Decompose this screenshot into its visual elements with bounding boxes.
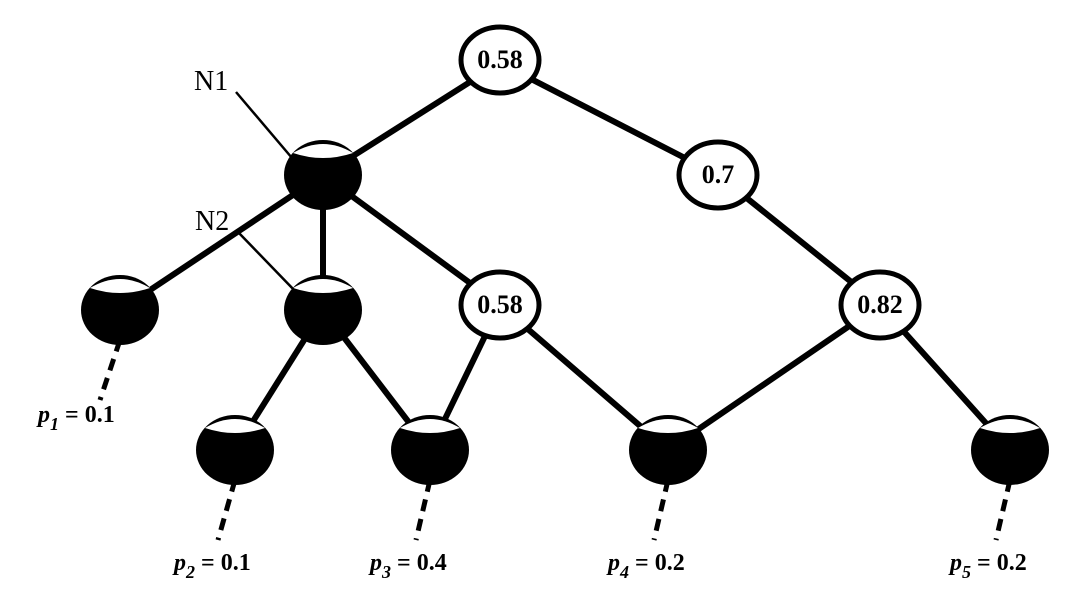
label-N1: N1: [194, 66, 228, 97]
leaf-p1-label: p1 = 0.1: [36, 402, 115, 434]
far-value: 0.82: [857, 290, 903, 319]
leaf-p1-ball: [81, 275, 159, 345]
right-value: 0.7: [702, 160, 735, 189]
mid-value: 0.58: [477, 290, 523, 319]
leaf-p5-ball: [971, 415, 1049, 485]
far-node: 0.82: [841, 272, 919, 338]
edges: [120, 63, 1010, 450]
leaf-p3-ball: [391, 415, 469, 485]
right-node: 0.7: [679, 142, 757, 208]
named-callouts: N1 N2: [194, 66, 296, 292]
root-node: 0.58: [461, 27, 539, 93]
node-N2: [284, 275, 362, 345]
white-nodes: 0.58 0.7 0.58 0.82: [461, 27, 919, 338]
leaf-p4-label: p4 = 0.2: [606, 550, 685, 582]
leaf-p2-label: p2 = 0.1: [172, 550, 251, 582]
leaf-labels: p1 = 0.1 p2 = 0.1 p3 = 0.4 p4 = 0.2 p5 =…: [36, 402, 1027, 582]
mid-node: 0.58: [461, 272, 539, 338]
leaf-p5-label: p5 = 0.2: [948, 550, 1027, 582]
node-N1: [284, 140, 362, 210]
leaf-p3-label: p3 = 0.4: [368, 550, 447, 582]
root-value: 0.58: [477, 45, 523, 74]
leaf-p2-ball: [196, 415, 274, 485]
tree-diagram: 0.58 0.7 0.58 0.82 N1 N2 p1 = 0.: [0, 0, 1088, 600]
label-N2: N2: [195, 206, 229, 237]
leaf-p4-ball: [629, 415, 707, 485]
